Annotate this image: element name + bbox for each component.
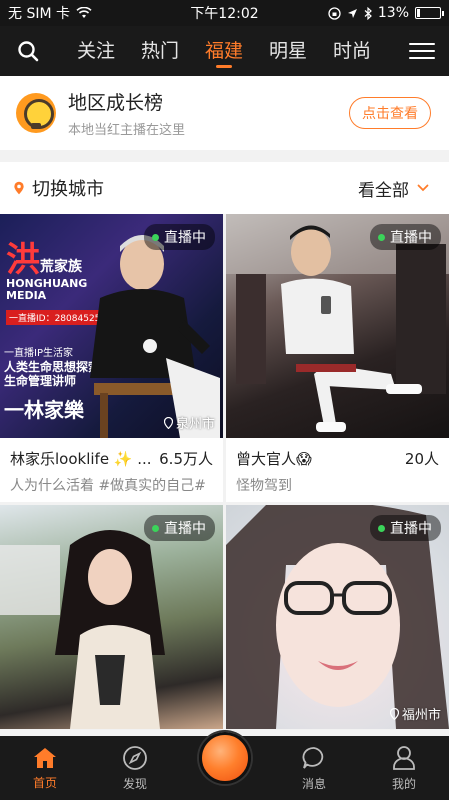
menu-bar	[409, 57, 435, 59]
live-badge: 直播中	[144, 515, 215, 541]
stream-description: 怪物驾到	[236, 478, 292, 494]
tab-home[interactable]: 首页	[0, 736, 90, 800]
menu-bar	[409, 43, 435, 45]
location-tag: 泉州市	[163, 413, 215, 432]
live-badge-label: 直播中	[164, 521, 206, 537]
tab-profile-label: 我的	[391, 776, 416, 791]
live-card[interactable]: 洪荒家族 HONGHUANG MEDIA 一直播ID：280845252 一直播…	[0, 214, 223, 502]
location-name: 福州市	[401, 708, 441, 723]
city-switch-row: 切换城市 看全部	[0, 162, 449, 214]
top-nav: 关注 热门 福建 明星 时尚	[0, 26, 449, 76]
location-pin-icon	[14, 181, 24, 195]
menu-bar	[409, 50, 435, 52]
switch-city-button[interactable]: 切换城市	[32, 175, 104, 201]
view-all-label: 看全部	[358, 180, 409, 201]
tab-home-label: 首页	[32, 775, 57, 790]
stream-description: 人为什么活着 #做真实的自己#	[10, 478, 206, 494]
app-screen: 无 SIM 卡 下午12:02 13% 关注 热门 福建 明星 时尚 地区成长榜…	[0, 0, 449, 800]
poster-title: 洪荒家族	[6, 232, 82, 281]
poster-slogan: 一直播IP生活家	[4, 348, 73, 359]
poster-person-name: 一林家樂	[4, 398, 84, 422]
location-pin-icon	[389, 707, 399, 720]
streamer-name: 林家乐looklife ✨ ...	[10, 450, 152, 468]
location-name: 泉州市	[175, 417, 215, 432]
tab-hot[interactable]: 热门	[128, 26, 192, 76]
view-ranking-button[interactable]: 点击查看	[349, 97, 431, 129]
streamer-name: 曾大官人😱	[236, 450, 312, 468]
orientation-lock-icon	[328, 6, 341, 20]
live-badge-label: 直播中	[390, 230, 432, 246]
live-badge: 直播中	[144, 224, 215, 250]
tab-go-live[interactable]	[180, 732, 269, 800]
viewer-count: 20人	[404, 450, 439, 468]
home-icon	[34, 747, 56, 768]
bottom-tab-bar: 首页 发现 消息 我的	[0, 732, 449, 800]
location-pin-icon	[163, 416, 173, 429]
compass-icon	[123, 745, 147, 770]
message-icon	[302, 746, 324, 769]
stream-thumbnail: 洪荒家族 HONGHUANG MEDIA 一直播ID：280845252 一直播…	[0, 214, 223, 438]
wifi-icon	[76, 7, 92, 18]
card-header: 曾大官人😱 20人	[236, 448, 439, 469]
stream-thumbnail: 直播中	[0, 505, 223, 729]
tab-messages-label: 消息	[301, 776, 326, 791]
stream-thumbnail: 直播中 福州市	[226, 505, 449, 729]
status-right: 13%	[328, 5, 444, 21]
search-icon	[18, 41, 39, 62]
poster-title-sub: 荒家族	[40, 259, 82, 275]
status-bar: 无 SIM 卡 下午12:02 13%	[0, 0, 449, 26]
tab-discover-label: 发现	[122, 776, 147, 791]
banner-title: 地区成长榜	[68, 92, 164, 114]
view-all-button[interactable]: 看全部	[358, 176, 429, 201]
tab-stars[interactable]: 明星	[256, 26, 320, 76]
tab-messages[interactable]: 消息	[269, 736, 359, 800]
viewer-count: 6.5万人	[159, 450, 213, 468]
tab-fujian[interactable]: 福建	[192, 26, 256, 76]
location-arrow-icon	[347, 8, 357, 18]
channel-tabs: 关注 热门 福建 明星 时尚	[64, 26, 384, 76]
live-badge: 直播中	[370, 515, 441, 541]
tab-discover[interactable]: 发现	[90, 736, 180, 800]
battery-level	[417, 9, 420, 17]
live-badge-label: 直播中	[164, 230, 206, 246]
poster-title-main: 洪	[6, 240, 40, 280]
location-tag: 福州市	[389, 704, 441, 723]
regional-ranking-banner[interactable]: 地区成长榜 本地当红主播在这里 点击查看	[0, 76, 449, 150]
live-dot	[378, 233, 385, 241]
streamer-photo	[90, 235, 220, 438]
bluetooth-icon	[364, 6, 372, 20]
live-dot	[152, 233, 159, 241]
tab-fashion[interactable]: 时尚	[320, 26, 384, 76]
card-info: 林家乐looklife ✨ ... 6.5万人 人为什么活着 #做真实的自己#	[0, 438, 223, 502]
poster-brand-line2: MEDIA	[6, 289, 47, 302]
battery-percent: 13%	[377, 5, 409, 21]
live-badge: 直播中	[370, 224, 441, 250]
banner-subtitle: 本地当红主播在这里	[68, 123, 186, 138]
chevron-down-icon	[417, 184, 429, 192]
live-badge-label: 直播中	[390, 521, 432, 537]
poster-brand: HONGHUANG MEDIA	[6, 278, 87, 302]
live-card[interactable]: 直播中 福州市	[226, 505, 449, 729]
live-card[interactable]: 直播中	[0, 505, 223, 729]
status-left: 无 SIM 卡	[8, 3, 92, 23]
card-header: 林家乐looklife ✨ ... 6.5万人	[10, 448, 213, 469]
stream-thumbnail: 直播中	[226, 214, 449, 438]
tab-follow[interactable]: 关注	[64, 26, 128, 76]
card-info: 曾大官人😱 20人 怪物驾到	[226, 438, 449, 502]
tab-profile[interactable]: 我的	[359, 736, 449, 800]
menu-icon[interactable]	[409, 26, 435, 76]
battery-icon	[415, 7, 444, 19]
live-card[interactable]: 直播中 曾大官人😱 20人 怪物驾到	[226, 214, 449, 502]
live-dot	[152, 524, 159, 532]
banner-text: 地区成长榜 本地当红主播在这里	[68, 88, 185, 138]
ranking-mascot-icon	[16, 93, 56, 133]
profile-icon	[393, 745, 415, 770]
carrier-label: 无 SIM 卡	[8, 6, 70, 22]
live-dot	[378, 524, 385, 532]
search-button[interactable]	[6, 26, 50, 76]
live-record-icon[interactable]	[199, 732, 251, 784]
